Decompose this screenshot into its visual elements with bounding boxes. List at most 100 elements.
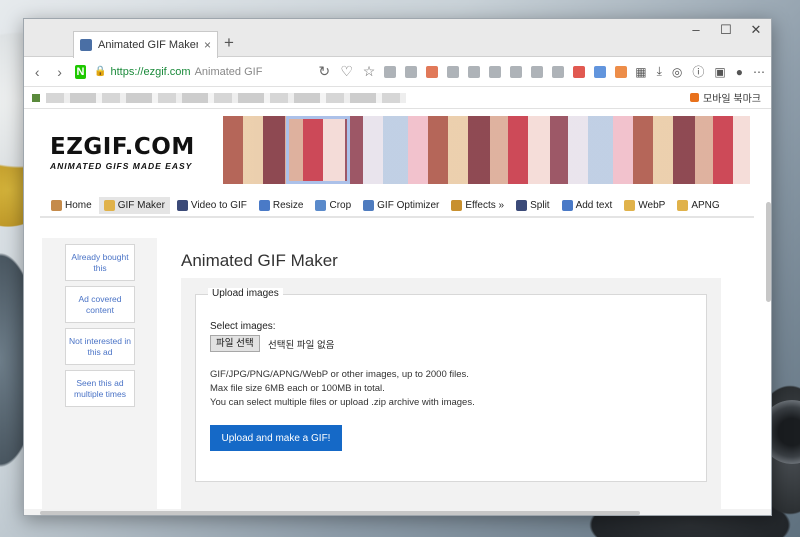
new-tab-button[interactable]: + <box>224 33 234 53</box>
pocket-icon[interactable]: ♡ <box>339 63 353 80</box>
menu-apng[interactable]: APNG <box>672 197 724 214</box>
select-images-label: Select images: <box>210 321 276 332</box>
menu-label: Add text <box>575 199 613 211</box>
blurred-bookmarks <box>46 92 406 103</box>
webp-icon <box>624 199 636 211</box>
upload-fieldset: Upload images Select images: 파일 선택 선택된 파… <box>195 288 707 482</box>
minimize-button[interactable]: – <box>681 19 711 43</box>
bookmark-folder-icon <box>690 93 700 102</box>
ad-option-covered-content[interactable]: Ad covered content <box>65 286 135 323</box>
upload-button[interactable]: Upload and make a GIF! <box>210 425 342 451</box>
menu-webp[interactable]: WebP <box>619 197 670 214</box>
blurred-banner-ad[interactable] <box>223 116 750 184</box>
site-header: EZGIF.COM ANIMATED GIFS MADE EASY <box>40 116 754 184</box>
browser-tab[interactable]: Animated GIF Maker × <box>73 31 218 58</box>
extension-icon[interactable] <box>426 65 439 78</box>
toolbar-right: ▦ ⤓ ◎ ⓘ ▣ ● ⋯ <box>635 63 765 80</box>
info-line: Max file size 6MB each or 100MB in total… <box>210 383 385 394</box>
home-icon <box>51 199 62 211</box>
extension-icon[interactable] <box>552 65 565 78</box>
file-select-button[interactable]: 파일 선택 <box>210 335 260 352</box>
tab-title: Animated GIF Maker <box>98 39 198 51</box>
file-status: 선택된 파일 없음 <box>268 340 335 351</box>
apng-icon <box>677 199 689 211</box>
bookmarks-bar: 모바일 북마크 <box>24 87 771 109</box>
vertical-scrollbar[interactable] <box>766 202 771 302</box>
bookmark-star-icon[interactable]: ☆ <box>362 63 376 80</box>
browser-window: Animated GIF Maker × + – ☐ ✕ ‹ › N 🔒 htt… <box>23 18 772 516</box>
upload-panel: Upload images Select images: 파일 선택 선택된 파… <box>181 278 721 515</box>
menu-gif-optimizer[interactable]: GIF Optimizer <box>358 197 444 214</box>
reload-icon[interactable]: ↻ <box>317 63 331 80</box>
tab-bar: Animated GIF Maker × + – ☐ ✕ <box>24 19 771 58</box>
address-bar[interactable]: 🔒 https://ezgif.com Animated GIF <box>94 61 309 83</box>
ad-option-already-bought[interactable]: Already bought this <box>65 244 135 281</box>
close-tab-icon[interactable]: × <box>204 38 211 52</box>
text-icon <box>561 199 573 211</box>
extension-icon[interactable] <box>405 65 418 78</box>
menu-label: Split <box>530 199 550 211</box>
horizontal-scrollbar[interactable] <box>24 509 771 515</box>
site-tagline: ANIMATED GIFS MADE EASY <box>50 161 193 171</box>
extension-icon[interactable] <box>510 65 523 78</box>
split-icon <box>516 199 528 211</box>
ad-option-seen-multiple[interactable]: Seen this ad multiple times <box>65 370 135 407</box>
download-icon[interactable]: ⤓ <box>657 64 662 79</box>
site-logo[interactable]: EZGIF.COM <box>50 134 195 160</box>
menu-icon[interactable]: ⋯ <box>753 65 765 79</box>
naver-icon[interactable]: N <box>74 64 87 79</box>
menu-label: Effects » <box>465 199 505 211</box>
menu-home[interactable]: Home <box>46 197 97 214</box>
maximize-button[interactable]: ☐ <box>711 19 741 43</box>
menu-split[interactable]: Split <box>511 197 554 214</box>
optimizer-icon <box>363 199 375 211</box>
resize-icon <box>258 199 270 211</box>
info-line: You can select multiple files or upload … <box>210 397 475 408</box>
mobile-bookmarks-label: 모바일 북마크 <box>703 94 761 105</box>
info-line: GIF/JPG/PNG/APNG/WebP or other images, u… <box>210 369 469 380</box>
upload-legend: Upload images <box>208 288 283 299</box>
site-menu: Home GIF Maker Video to GIF Resize Crop … <box>40 194 754 218</box>
upload-info: GIF/JPG/PNG/APNG/WebP or other images, u… <box>210 368 475 410</box>
profile-avatar[interactable]: ● <box>736 65 743 79</box>
ad-option-not-interested[interactable]: Not interested in this ad <box>65 328 135 365</box>
window-controls: – ☐ ✕ <box>681 19 771 43</box>
extension-icon[interactable] <box>447 65 460 78</box>
forward-icon[interactable]: › <box>52 64 66 80</box>
menu-label: Crop <box>329 199 352 211</box>
extension-icons <box>384 65 628 78</box>
extension-icon[interactable] <box>531 65 544 78</box>
extension-icon[interactable] <box>594 65 607 78</box>
close-window-button[interactable]: ✕ <box>741 19 771 43</box>
scrollbar-thumb[interactable] <box>40 511 640 515</box>
favicon-icon <box>80 39 92 51</box>
apps-grid-icon[interactable] <box>32 93 40 102</box>
banner-highlight <box>286 116 350 184</box>
page-title: Animated GIF Maker <box>181 251 338 270</box>
video-icon <box>176 199 188 211</box>
effects-icon <box>451 199 463 211</box>
menu-resize[interactable]: Resize <box>254 197 309 214</box>
extension-icon[interactable] <box>615 65 628 78</box>
ad-feedback-sidebar: Already bought this Ad covered content N… <box>42 238 157 515</box>
gif-maker-icon <box>103 199 115 211</box>
menu-label: Video to GIF <box>190 199 247 211</box>
extension-icon[interactable] <box>573 65 586 78</box>
menu-effects[interactable]: Effects » <box>446 197 509 214</box>
info-icon[interactable]: ⓘ <box>692 63 704 80</box>
menu-crop[interactable]: Crop <box>310 197 356 214</box>
lock-icon: 🔒 <box>94 66 107 77</box>
extension-icon[interactable] <box>384 65 397 78</box>
back-icon[interactable]: ‹ <box>30 64 44 80</box>
menu-video-to-gif[interactable]: Video to GIF <box>172 197 252 214</box>
extension-icon[interactable] <box>468 65 481 78</box>
extension-icon[interactable] <box>489 65 502 78</box>
menu-label: APNG <box>691 199 720 211</box>
screenshot-icon[interactable]: ◎ <box>672 65 682 79</box>
sidebar-icon[interactable]: ▣ <box>714 65 725 79</box>
language-flag-icon[interactable]: ▦ <box>635 65 646 79</box>
menu-add-text[interactable]: Add text <box>557 197 618 214</box>
menu-gif-maker[interactable]: GIF Maker <box>98 196 170 214</box>
menu-label: WebP <box>638 199 666 211</box>
mobile-bookmarks[interactable]: 모바일 북마크 <box>690 90 761 105</box>
